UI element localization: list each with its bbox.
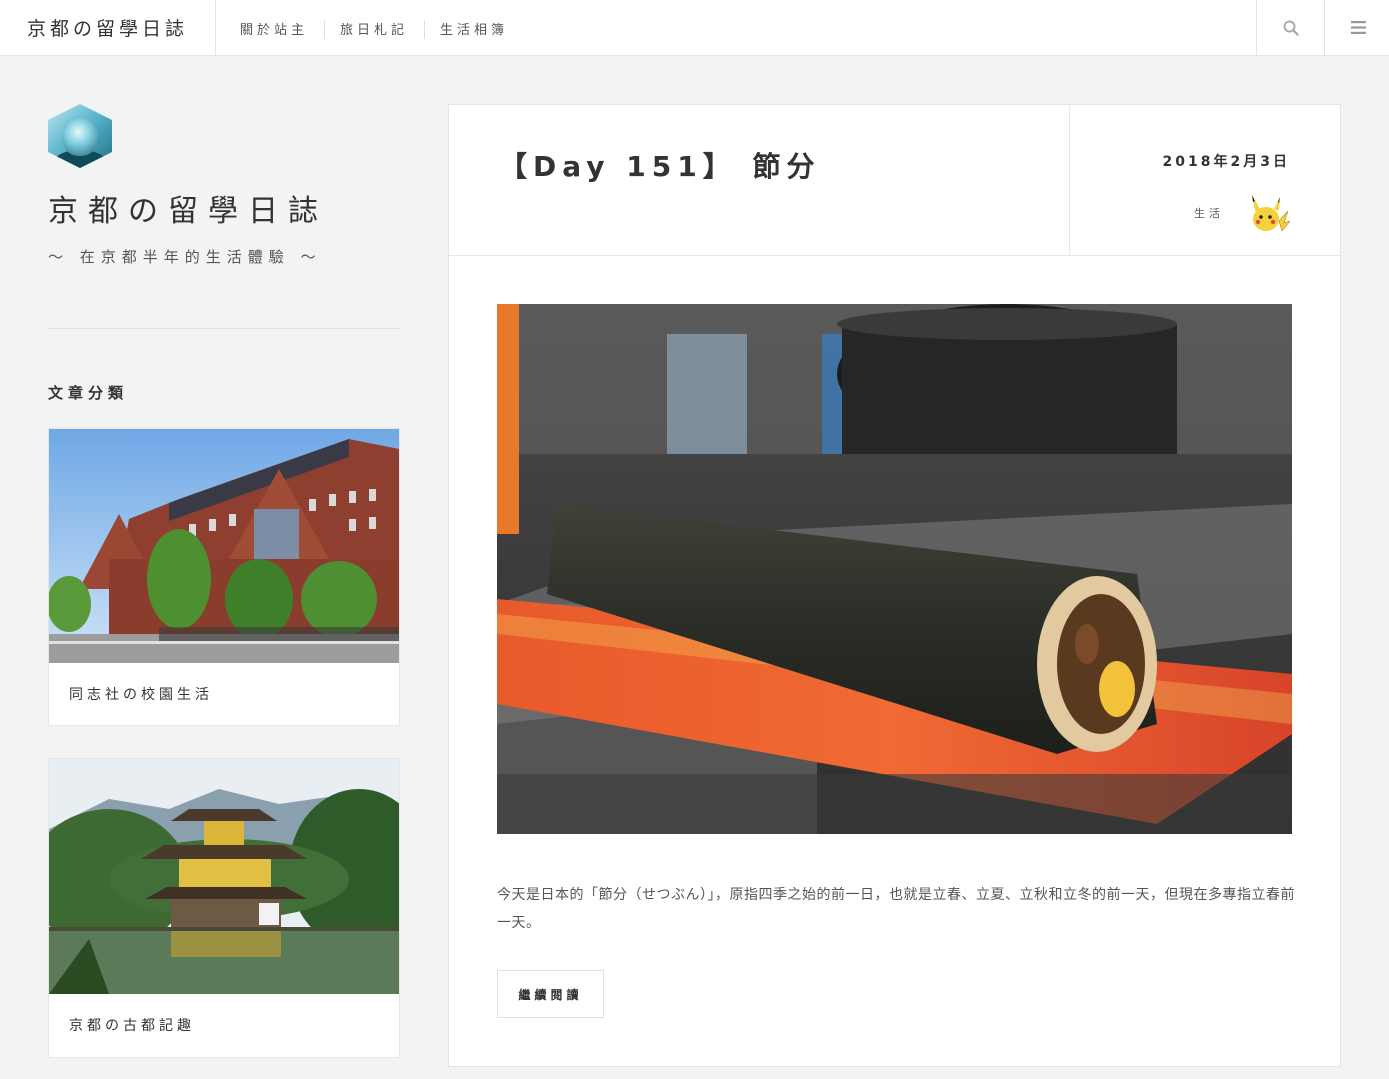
sidebar-site-title[interactable]: 京都の留學日誌 xyxy=(48,186,328,230)
post-excerpt: 今天是日本的「節分（せつぶん）」，原指四季之始的前一日，也就是立春、立夏、立秋和… xyxy=(497,887,1295,931)
main-nav: 關於站主 旅日札記 生活相簿 xyxy=(224,0,524,55)
read-more-button[interactable]: 繼續閱讀 xyxy=(497,970,604,1018)
nav-item-about[interactable]: 關於站主 xyxy=(224,21,324,41)
category-card-ancient-capital[interactable]: 京都の古都記趣 xyxy=(48,758,400,1058)
site-tagline: ～ 在京都半年的生活體驗 ～ xyxy=(48,248,322,266)
categories-heading: 文章分類 xyxy=(48,384,129,402)
menu-button[interactable] xyxy=(1324,0,1389,55)
kinkakuji-photo[interactable] xyxy=(49,759,399,994)
category-label[interactable]: 京都の古都記趣 xyxy=(49,994,399,1056)
post-meta: 2018年2月3日 生活 xyxy=(1069,105,1340,255)
category-card-campus-life[interactable]: 同志社の校園生活 xyxy=(48,428,400,726)
author-avatar[interactable] xyxy=(48,104,112,168)
post-category[interactable]: 生活 xyxy=(1194,205,1224,221)
top-navigation-bar: 京都の留學日誌 關於站主 旅日札記 生活相簿 xyxy=(0,0,1389,56)
post-title[interactable]: 【Day 151】 節分 xyxy=(499,145,820,185)
post-header: 【Day 151】 節分 2018年2月3日 生活 xyxy=(449,105,1340,256)
pikachu-icon[interactable] xyxy=(1246,193,1290,235)
nav-item-photo-album[interactable]: 生活相簿 xyxy=(424,20,524,41)
site-brand-link[interactable]: 京都の留學日誌 xyxy=(0,0,216,55)
sidebar-divider xyxy=(48,328,400,329)
post-featured-image[interactable] xyxy=(497,304,1292,834)
campus-building-photo[interactable] xyxy=(49,429,399,663)
search-icon xyxy=(1283,20,1299,36)
category-label[interactable]: 同志社の校園生活 xyxy=(49,663,399,725)
post-card: 【Day 151】 節分 2018年2月3日 生活 今天是日本的「節分（せつぶん… xyxy=(448,104,1341,1067)
search-button[interactable] xyxy=(1256,0,1324,55)
nav-item-travel-notes[interactable]: 旅日札記 xyxy=(324,20,424,41)
hamburger-menu-icon xyxy=(1351,21,1366,34)
post-date[interactable]: 2018年2月3日 xyxy=(1163,151,1290,171)
